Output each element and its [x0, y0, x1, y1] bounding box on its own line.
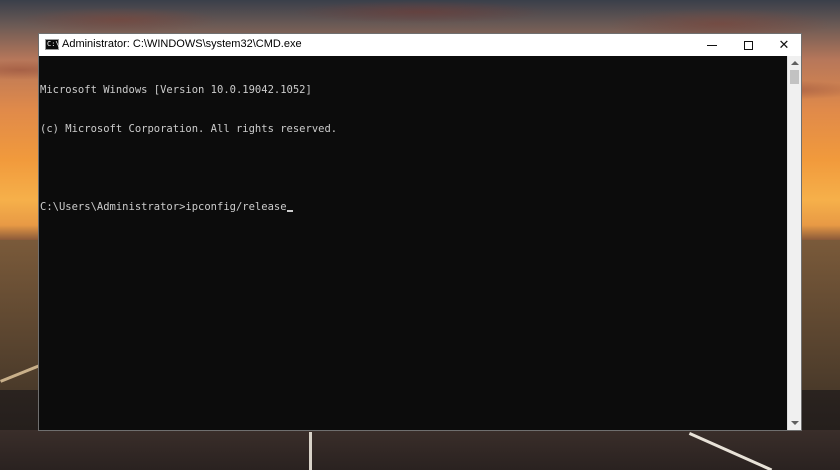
title-bar[interactable]: C:\ Administrator: C:\WINDOWS\system32\C… — [39, 34, 801, 56]
close-button[interactable]: ✕ — [766, 34, 802, 56]
wallpaper-road — [0, 430, 840, 470]
close-icon: ✕ — [778, 37, 790, 53]
scroll-down-button[interactable] — [788, 418, 801, 428]
scrollbar-thumb[interactable] — [790, 70, 799, 84]
road-center-line — [309, 432, 312, 470]
command-prompt-line[interactable]: C:\Users\Administrator>ipconfig/release — [40, 201, 337, 214]
maximize-icon — [743, 40, 753, 50]
console-text: Microsoft Windows [Version 10.0.19042.10… — [40, 58, 337, 240]
console-output-area[interactable]: Microsoft Windows [Version 10.0.19042.10… — [39, 56, 787, 430]
command-prompt-text: C:\Users\Administrator>ipconfig/release — [40, 201, 287, 213]
minimize-button[interactable] — [694, 34, 730, 56]
chevron-up-icon — [790, 61, 799, 65]
cmd-app-icon[interactable]: C:\ — [45, 39, 60, 50]
cmd-app-icon-glyph: C:\ — [47, 40, 60, 48]
minimize-icon — [707, 44, 717, 46]
console-line: Microsoft Windows [Version 10.0.19042.10… — [40, 84, 312, 96]
text-cursor — [286, 210, 293, 212]
console-line: (c) Microsoft Corporation. All rights re… — [40, 123, 338, 135]
maximize-button[interactable] — [730, 34, 766, 56]
window-title: Administrator: C:\WINDOWS\system32\CMD.e… — [62, 38, 302, 50]
chevron-down-icon — [790, 421, 799, 425]
vertical-scrollbar[interactable] — [787, 56, 801, 430]
cmd-window[interactable]: C:\ Administrator: C:\WINDOWS\system32\C… — [38, 33, 802, 431]
wallpaper-ground-right — [802, 240, 840, 390]
scroll-up-button[interactable] — [788, 58, 801, 68]
